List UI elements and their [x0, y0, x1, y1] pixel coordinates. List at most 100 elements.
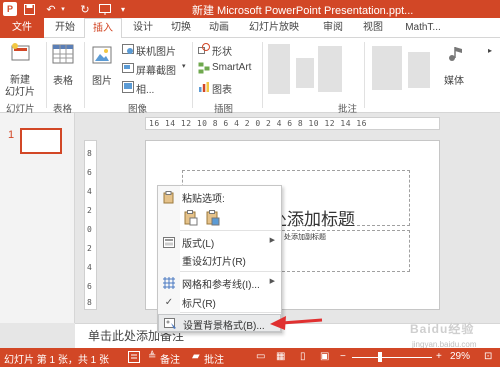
tab-slideshow[interactable]: 幻灯片放映	[244, 18, 304, 38]
vruler-tick: 6	[87, 282, 92, 291]
grid-icon	[162, 276, 176, 290]
menu-item-reset-slide[interactable]: 重设幻灯片(R)	[158, 251, 281, 269]
zoom-in-button[interactable]: +	[436, 351, 442, 362]
new-slide-label-2[interactable]: 幻灯片	[5, 83, 35, 98]
blurred-region	[318, 46, 342, 92]
normal-view-icon[interactable]: ▭	[256, 351, 265, 362]
tab-file[interactable]: 文件	[0, 18, 44, 38]
red-arrow-annotation	[270, 316, 323, 330]
language-icon[interactable]	[128, 351, 140, 366]
subtitle-placeholder-text: 处添加副标题	[284, 234, 326, 241]
submenu-arrow-icon: ▶	[269, 237, 275, 244]
format-background-icon	[163, 317, 177, 331]
new-slide-icon[interactable]	[10, 42, 32, 67]
comments-toggle[interactable]: 批注	[204, 351, 224, 366]
slideshow-from-start-icon[interactable]	[98, 2, 112, 16]
shapes-icon[interactable]	[198, 43, 210, 58]
chart-label[interactable]: 图表	[212, 81, 232, 96]
tab-insert[interactable]: 插入	[84, 18, 122, 39]
tab-view[interactable]: 视图	[358, 18, 388, 38]
paste-options-header: 粘贴选项:	[158, 188, 281, 206]
slideshow-icon[interactable]: ▣	[320, 351, 329, 362]
title-bar: P ↶ ▾ ↻ ▾ 新建 Microsoft PowerPoint Presen…	[0, 0, 500, 18]
vruler-tick: 4	[87, 263, 92, 272]
context-menu-separator	[180, 312, 281, 313]
blurred-region	[372, 46, 402, 90]
vertical-ruler: 8 6 4 2 0 2 4 6 8	[84, 140, 97, 310]
ribbon-separator	[364, 42, 365, 108]
menu-item-label: 网格和参考线(I)...	[182, 280, 260, 291]
pictures-label[interactable]: 图片	[92, 72, 112, 87]
fit-slide-icon[interactable]: ⊡	[484, 351, 492, 362]
save-icon[interactable]	[22, 2, 36, 16]
paste-options-label: 粘贴选项:	[182, 194, 225, 205]
online-pictures-icon[interactable]	[122, 43, 134, 58]
chart-icon[interactable]	[198, 81, 210, 96]
tab-transitions[interactable]: 切换	[166, 18, 196, 38]
table-label[interactable]: 表格	[53, 72, 73, 87]
tab-animations[interactable]: 动画	[204, 18, 234, 38]
powerpoint-logo-icon: P	[3, 2, 17, 16]
zoom-slider-thumb[interactable]	[378, 352, 382, 362]
shapes-label[interactable]: 形状	[212, 43, 232, 58]
paste-keep-source-icon[interactable]	[184, 210, 198, 226]
notes-toggle-icon[interactable]: ≜	[148, 351, 156, 362]
ribbon-separator	[46, 42, 47, 108]
screenshot-icon[interactable]	[122, 62, 134, 77]
status-bar: 幻灯片 第 1 张，共 1 张 ≜ 备注 ▰ 批注 ▭ ▦ ▯ ▣ − + 29…	[0, 348, 500, 367]
comments-toggle-icon[interactable]: ▰	[192, 351, 200, 362]
menu-item-label: 设置背景格式(B)...	[183, 321, 265, 332]
tab-design[interactable]: 设计	[128, 18, 158, 38]
title-placeholder-text: 处添加标题	[270, 210, 355, 229]
zoom-out-button[interactable]: −	[340, 351, 346, 362]
screenshot-dropdown-icon[interactable]: ▾	[182, 62, 186, 70]
vruler-tick: 8	[87, 149, 92, 158]
paste-picture-icon[interactable]	[206, 210, 220, 226]
zoom-slider-track[interactable]	[352, 357, 432, 358]
redo-icon[interactable]: ↻	[78, 2, 92, 16]
smartart-label[interactable]: SmartArt	[212, 62, 251, 73]
customize-toolbar-icon[interactable]: ▾	[116, 2, 130, 16]
menu-item-label: 版式(L)	[182, 239, 215, 250]
online-pictures-label[interactable]: 联机图片	[136, 43, 176, 58]
slide-sorter-icon[interactable]: ▦	[276, 351, 285, 362]
ribbon-tabs: 文件 开始 插入 设计 切换 动画 幻灯片放映 审阅 视图 MathT...	[0, 18, 500, 39]
slide-thumbnail[interactable]	[20, 128, 62, 154]
more-icon[interactable]: ▸	[488, 46, 492, 55]
tab-mathtype[interactable]: MathT...	[398, 18, 448, 38]
screenshot-label[interactable]: 屏幕截图	[136, 62, 176, 77]
zoom-level[interactable]: 29%	[450, 351, 470, 362]
menu-item-format-background[interactable]: 设置背景格式(B)...	[158, 314, 281, 332]
tab-review[interactable]: 审阅	[318, 18, 348, 38]
ribbon-separator	[262, 42, 263, 108]
menu-item-grid-guides[interactable]: 网格和参考线(I)... ▶	[158, 274, 281, 292]
menu-item-ruler[interactable]: ✓ 标尺(R)	[158, 293, 281, 311]
media-icon[interactable]	[446, 44, 466, 67]
photo-album-label[interactable]: 相...	[136, 81, 154, 96]
photo-album-icon[interactable]	[122, 81, 134, 96]
menu-item-label: 标尺(R)	[182, 299, 216, 310]
horizontal-ruler: 16 14 12 10 8 6 4 2 0 2 4 6 8 10 12 14 1…	[145, 117, 440, 130]
paste-icon	[162, 190, 176, 204]
checkmark-icon: ✓	[164, 296, 174, 308]
blurred-region	[296, 58, 314, 88]
context-menu: 粘贴选项: 版式(L) ▶ 重设幻灯片(R) 网格和参考线(I)... ▶ ✓ …	[157, 185, 282, 333]
smartart-icon[interactable]	[198, 62, 210, 77]
notes-toggle[interactable]: 备注	[160, 351, 180, 366]
ribbon: 新建 幻灯片 幻灯片 表格 表格 图片 联机图片 屏幕截图 ▾ 相... 图像 …	[0, 38, 500, 115]
menu-item-layout[interactable]: 版式(L) ▶	[158, 233, 281, 251]
slide-thumbnail-number: 1	[8, 129, 15, 141]
ribbon-separator	[84, 42, 85, 108]
undo-dropdown-icon[interactable]: ▾	[56, 2, 70, 16]
tab-home[interactable]: 开始	[50, 18, 80, 38]
vruler-tick: 2	[87, 244, 92, 253]
reading-view-icon[interactable]: ▯	[300, 351, 306, 362]
vruler-tick: 4	[87, 187, 92, 196]
vruler-tick: 2	[87, 206, 92, 215]
media-label[interactable]: 媒体	[444, 72, 464, 87]
blurred-region	[268, 44, 290, 94]
vruler-tick: 0	[87, 225, 92, 234]
pictures-icon[interactable]	[92, 46, 112, 67]
table-icon[interactable]	[52, 44, 74, 67]
vruler-tick: 8	[87, 298, 92, 307]
